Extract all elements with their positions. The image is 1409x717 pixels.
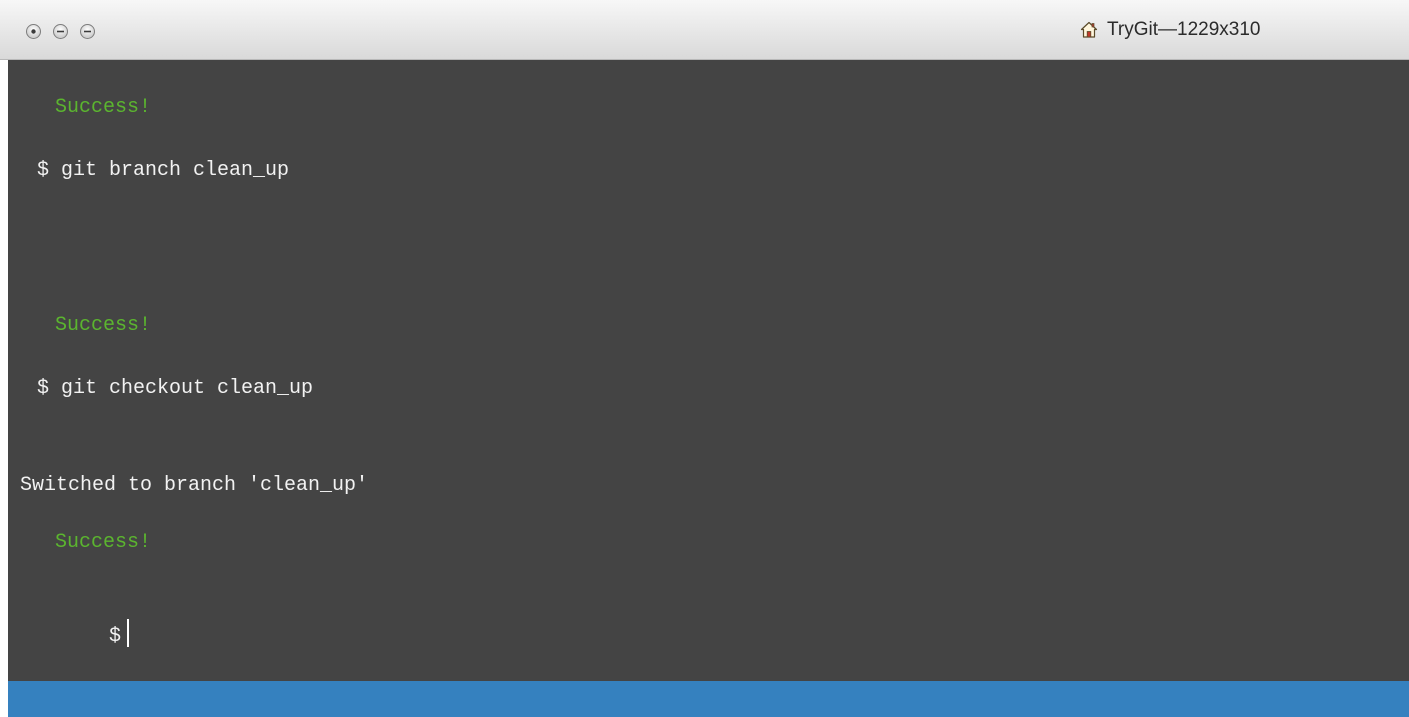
zoom-icon	[84, 30, 91, 33]
terminal-console[interactable]: Success! $ git branch clean_up Success! …	[8, 60, 1409, 681]
text-cursor[interactable]	[127, 619, 130, 647]
home-icon	[1080, 21, 1098, 38]
close-button[interactable]	[26, 24, 41, 39]
minimize-button[interactable]	[53, 24, 68, 39]
minimize-icon	[57, 30, 64, 33]
zoom-button[interactable]	[80, 24, 95, 39]
success-message: Success!	[55, 531, 152, 554]
command-line: $ git branch clean_up	[37, 159, 290, 182]
success-message: Success!	[55, 314, 152, 337]
window-title: TryGit—1229x310	[1107, 19, 1261, 40]
window-left-edge	[0, 60, 8, 717]
prompt-symbol: $	[109, 625, 122, 648]
success-message: Success!	[55, 96, 152, 119]
browser-window: TryGit—1229x310 Success! $ git branch cl…	[0, 0, 1409, 717]
close-icon	[31, 29, 36, 34]
window-title-group: TryGit—1229x310	[1080, 19, 1260, 41]
command-line: $ git checkout clean_up	[37, 377, 314, 400]
title-bar: TryGit—1229x310	[0, 0, 1409, 60]
command-prompt[interactable]: $	[37, 595, 130, 673]
command-output: Switched to branch 'clean_up'	[20, 474, 369, 497]
bottom-bar	[8, 681, 1409, 717]
